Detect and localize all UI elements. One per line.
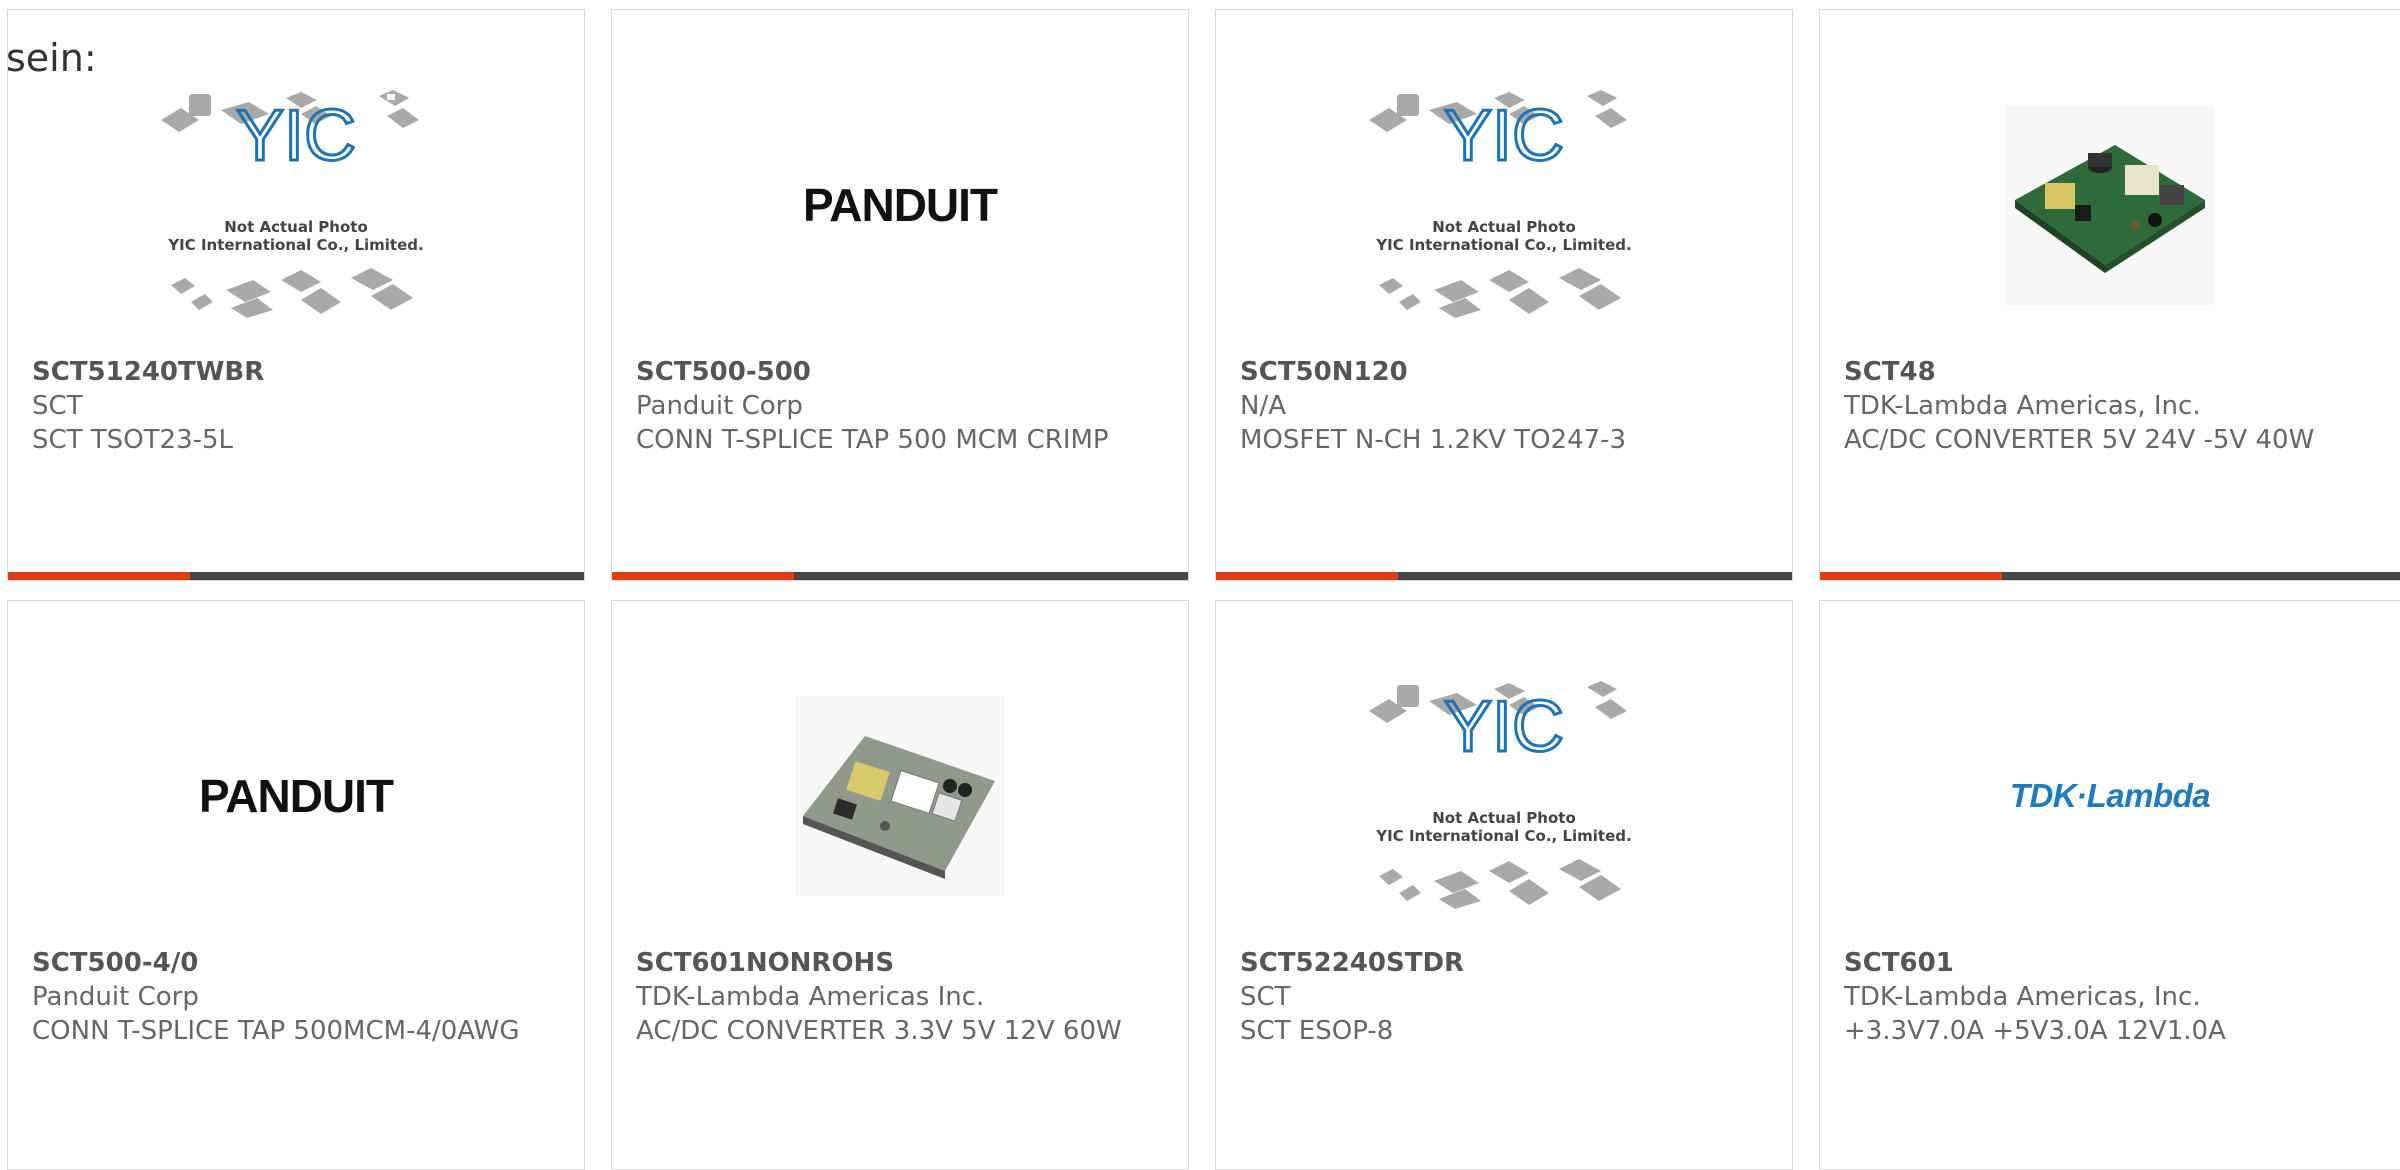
- manufacturer: TDK-Lambda Americas, Inc.: [1844, 391, 2201, 421]
- description: SCT TSOT23-5L: [32, 425, 234, 455]
- part-number[interactable]: SCT500-4/0: [32, 946, 560, 980]
- svg-text:YIC: YIC: [1444, 687, 1564, 767]
- product-info: SCT48 TDK-Lambda Americas, Inc. AC/DC CO…: [1844, 355, 2376, 457]
- part-number[interactable]: SCT52240STDR: [1240, 946, 1768, 980]
- product-card[interactable]: PANDUIT SCT500-4/0 Panduit Corp CONN T-S…: [7, 600, 585, 1170]
- product-card[interactable]: SCT601NONROHS TDK-Lambda Americas Inc. A…: [611, 600, 1189, 1170]
- part-number[interactable]: SCT601: [1844, 946, 2376, 980]
- product-info: SCT51240TWBR SCT SCT TSOT23-5L: [32, 355, 560, 457]
- manufacturer: SCT: [1240, 982, 1291, 1012]
- part-number[interactable]: SCT51240TWBR: [32, 355, 560, 389]
- card-accent: [8, 572, 190, 580]
- yic-caption-2: YIC International Co., Limited.: [167, 236, 423, 254]
- description: +3.3V7.0A +5V3.0A 12V1.0A: [1844, 1016, 2226, 1046]
- description: MOSFET N-CH 1.2KV TO247-3: [1240, 425, 1627, 455]
- product-info: SCT50N120 N/A MOSFET N-CH 1.2KV TO247-3: [1240, 355, 1768, 457]
- description: AC/DC CONVERTER 3.3V 5V 12V 60W: [636, 1016, 1122, 1046]
- product-image[interactable]: PANDUIT: [8, 651, 584, 941]
- product-info: SCT500-500 Panduit Corp CONN T-SPLICE TA…: [636, 355, 1164, 457]
- product-card[interactable]: YIC Not Actual Photo YIC International C…: [1215, 600, 1793, 1170]
- product-image[interactable]: TDK·Lambda: [1820, 651, 2400, 941]
- intro-text: sein:: [6, 36, 97, 80]
- part-number[interactable]: SCT601NONROHS: [636, 946, 1164, 980]
- part-number[interactable]: SCT50N120: [1240, 355, 1768, 389]
- manufacturer: TDK-Lambda Americas, Inc.: [1844, 982, 2201, 1012]
- pcb-photo-image: [2005, 105, 2215, 305]
- yic-caption-1: Not Actual Photo: [1432, 809, 1576, 827]
- product-info: SCT601NONROHS TDK-Lambda Americas Inc. A…: [636, 946, 1164, 1048]
- card-accent: [612, 572, 794, 580]
- yic-caption-2: YIC International Co., Limited.: [1375, 827, 1631, 845]
- manufacturer: SCT: [32, 391, 83, 421]
- product-image[interactable]: PANDUIT: [612, 60, 1188, 350]
- manufacturer: N/A: [1240, 391, 1286, 421]
- product-info: SCT500-4/0 Panduit Corp CONN T-SPLICE TA…: [32, 946, 560, 1048]
- card-bottom-bar: [612, 572, 1188, 580]
- yic-caption-1: Not Actual Photo: [1432, 218, 1576, 236]
- description: CONN T-SPLICE TAP 500 MCM CRIMP: [636, 425, 1109, 455]
- card-bottom-bar: [1216, 572, 1792, 580]
- svg-text:YIC: YIC: [1444, 96, 1564, 176]
- card-bottom-bar: [1820, 572, 2400, 580]
- product-image[interactable]: YIC Not Actual Photo YIC International C…: [1216, 651, 1792, 941]
- card-accent: [1216, 572, 1398, 580]
- yic-placeholder-image: YIC Not Actual Photo YIC International C…: [1369, 90, 1632, 318]
- product-card[interactable]: PANDUIT SCT500-500 Panduit Corp CONN T-S…: [611, 9, 1189, 581]
- description: AC/DC CONVERTER 5V 24V -5V 40W: [1844, 425, 2315, 455]
- yic-placeholder-image: YIC Not Actual Photo YIC International C…: [161, 90, 424, 318]
- yic-caption-1: Not Actual Photo: [224, 218, 368, 236]
- pcb-photo-image: [795, 696, 1005, 896]
- product-card[interactable]: TDK·Lambda SCT601 TDK-Lambda Americas, I…: [1819, 600, 2400, 1170]
- manufacturer: TDK-Lambda Americas Inc.: [636, 982, 985, 1012]
- svg-text:YIC: YIC: [236, 96, 356, 176]
- panduit-logo: PANDUIT: [802, 179, 998, 231]
- product-info: SCT601 TDK-Lambda Americas, Inc. +3.3V7.…: [1844, 946, 2376, 1048]
- part-number[interactable]: SCT48: [1844, 355, 2376, 389]
- manufacturer: Panduit Corp: [636, 391, 803, 421]
- description: CONN T-SPLICE TAP 500MCM-4/0AWG: [32, 1016, 520, 1046]
- product-image[interactable]: [1820, 60, 2400, 350]
- manufacturer: Panduit Corp: [32, 982, 199, 1012]
- product-info: SCT52240STDR SCT SCT ESOP-8: [1240, 946, 1768, 1048]
- description: SCT ESOP-8: [1240, 1016, 1394, 1046]
- product-image[interactable]: [612, 651, 1188, 941]
- yic-placeholder-image: YIC Not Actual Photo YIC International C…: [1369, 681, 1632, 909]
- card-accent: [1820, 572, 2002, 580]
- tdk-lambda-logo: TDK·Lambda: [2009, 777, 2211, 814]
- product-image[interactable]: YIC Not Actual Photo YIC International C…: [8, 60, 584, 350]
- card-bottom-bar: [8, 572, 584, 580]
- panduit-logo: PANDUIT: [198, 770, 394, 822]
- part-number[interactable]: SCT500-500: [636, 355, 1164, 389]
- product-card[interactable]: SCT48 TDK-Lambda Americas, Inc. AC/DC CO…: [1819, 9, 2400, 581]
- product-card[interactable]: YIC Not Actual Photo YIC International C…: [7, 9, 585, 581]
- product-image[interactable]: YIC Not Actual Photo YIC International C…: [1216, 60, 1792, 350]
- product-card[interactable]: YIC Not Actual Photo YIC International C…: [1215, 9, 1793, 581]
- yic-caption-2: YIC International Co., Limited.: [1375, 236, 1631, 254]
